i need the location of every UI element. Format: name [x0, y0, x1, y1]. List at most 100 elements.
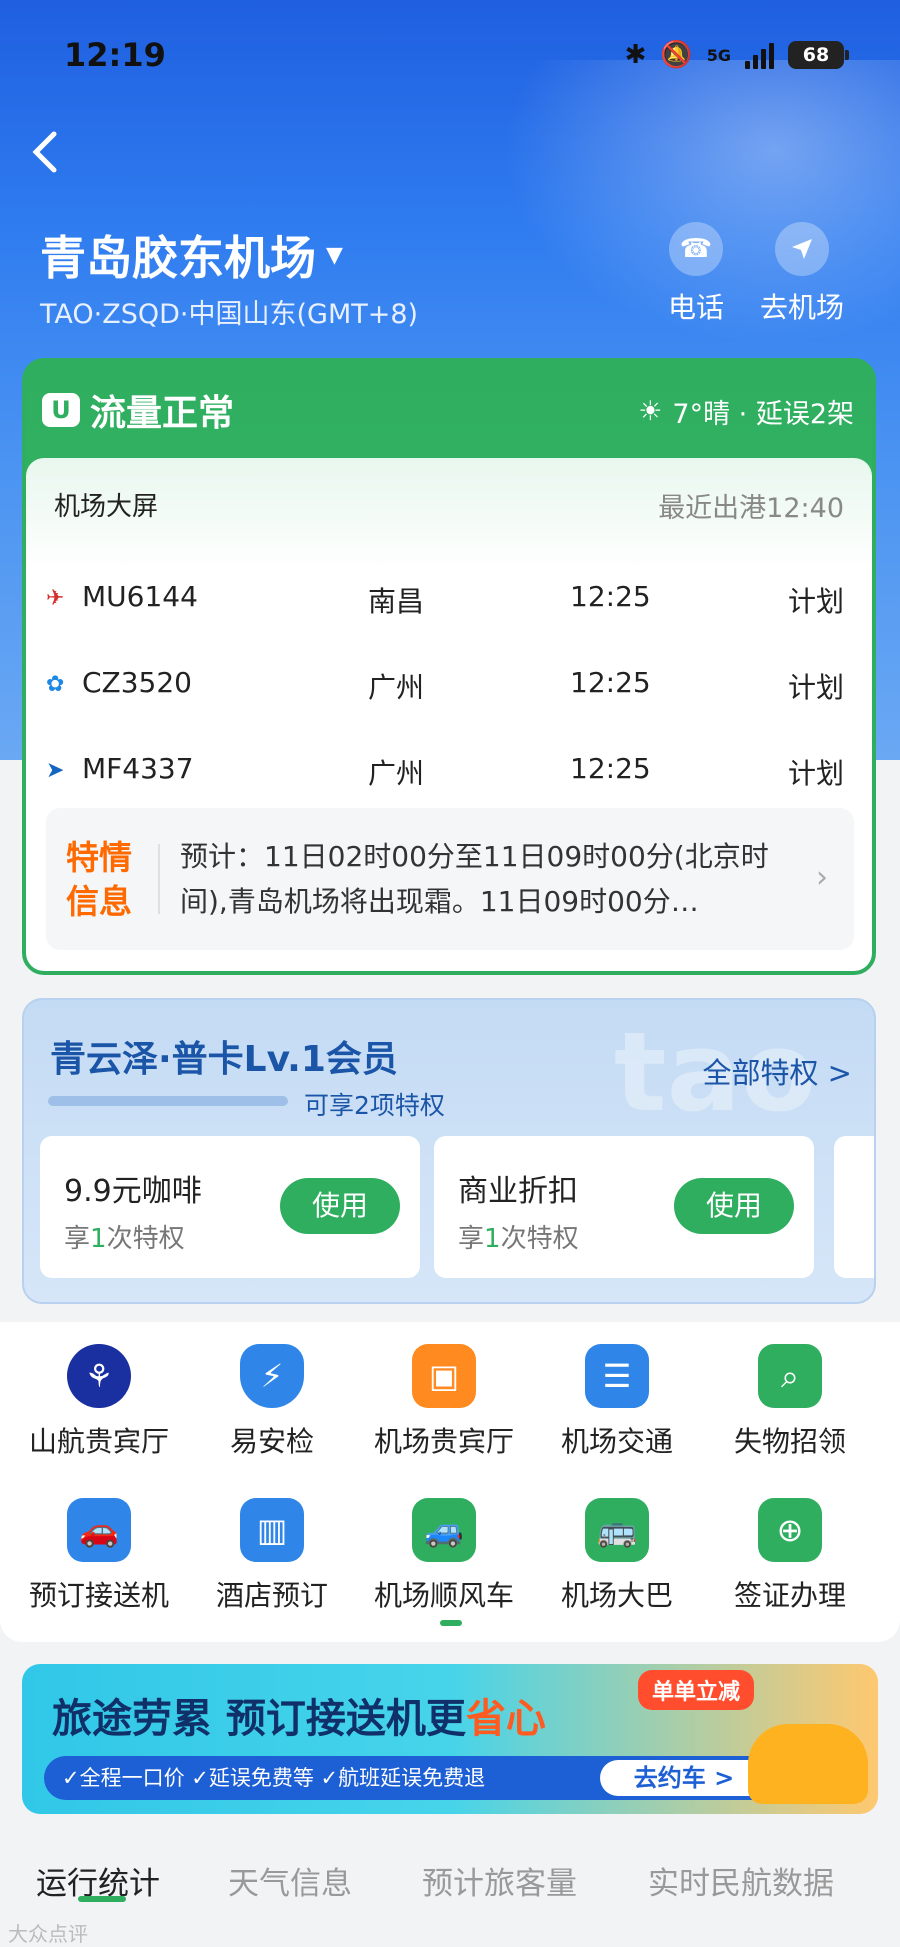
service-label: 失物招领	[733, 1425, 846, 1458]
service-label: 机场贵宾厅	[373, 1425, 514, 1458]
carpool-icon: 🚙	[412, 1498, 476, 1562]
privilege-title: 商业折扣	[458, 1174, 578, 1209]
flow-status: 流量正常	[90, 393, 235, 434]
sofa-icon: ▣	[412, 1344, 476, 1408]
flight-number: CZ3520	[82, 666, 192, 699]
visa-icon: ⊕	[758, 1498, 822, 1562]
privilege-card-partial[interactable]	[834, 1136, 874, 1278]
flow-logo-icon: U	[42, 393, 80, 427]
privilege-title: 9.9元咖啡	[64, 1174, 202, 1209]
privilege-sub: 享1次特权	[458, 1224, 579, 1254]
notice-text: 预计：11日02时00分至11日09时00分(北京时间),青岛机场将出现霜。11…	[180, 840, 769, 918]
xiamen-air-icon: ➤	[46, 758, 65, 783]
battery-icon: 68	[788, 41, 849, 69]
flight-row[interactable]: ✿ CZ3520 广州 12:25 计划	[46, 652, 866, 712]
flight-destination: 广州	[368, 757, 425, 790]
airport-status-card: U 流量正常 ☀ 7°晴 · 延误2架 机场大屏 最近出港12:40 ✈ MU6…	[22, 358, 876, 975]
member-progress-bar	[48, 1096, 288, 1106]
phone-label: 电话	[667, 291, 724, 324]
sun-icon: ☀	[638, 396, 663, 427]
tab-realtime-aviation[interactable]: 实时民航数据	[648, 1858, 834, 1903]
flight-destination: 南昌	[368, 585, 425, 618]
flight-destination: 广州	[368, 671, 425, 704]
bottom-tabs: 运行统计 天气信息 预计旅客量 实时民航数据	[0, 1836, 900, 1947]
service-carpool[interactable]: 🚙 机场顺风车	[359, 1498, 529, 1614]
notice-tag: 特情信息	[66, 838, 132, 921]
lost-found-icon: ⌕	[758, 1344, 822, 1408]
special-notice[interactable]: 特情信息 预计：11日02时00分至11日09时00分(北京时间),青岛机场将出…	[46, 808, 854, 950]
signal-icon	[745, 41, 774, 69]
hotel-icon: ▥	[240, 1498, 304, 1562]
phone-button[interactable]: ☎ 电话	[641, 222, 751, 326]
service-label: 机场交通	[560, 1425, 673, 1458]
page-indicator	[440, 1620, 462, 1626]
service-easy-security[interactable]: ⚡ 易安检	[187, 1344, 357, 1460]
flight-number: MF4337	[82, 752, 194, 785]
flight-time: 12:25	[570, 580, 651, 613]
service-pickup[interactable]: 🚗 预订接送机	[14, 1498, 184, 1614]
member-hint: 可享2项特权	[304, 1091, 445, 1120]
service-lost-found[interactable]: ⌕ 失物招领	[705, 1344, 875, 1460]
network-label: 5G	[706, 45, 731, 65]
privilege-card-discount[interactable]: 商业折扣 享1次特权 使用	[434, 1136, 814, 1278]
use-button[interactable]: 使用	[280, 1178, 400, 1234]
pickup-ad-banner[interactable]: 旅途劳累 预订接送机更省心 单单立减 ✓全程一口价 ✓延误免费等 ✓航班延误免费…	[22, 1664, 878, 1814]
service-hotel[interactable]: ▥ 酒店预订	[187, 1498, 357, 1614]
go-airport-button[interactable]: 去机场	[747, 222, 857, 326]
active-tab-indicator	[78, 1896, 126, 1902]
airport-name: 青岛胶东机场	[40, 231, 316, 285]
status-time: 12:19	[64, 36, 166, 74]
use-button[interactable]: 使用	[674, 1178, 794, 1234]
china-southern-icon: ✿	[46, 672, 65, 697]
car-illustration-icon	[748, 1724, 868, 1804]
go-airport-label: 去机场	[759, 291, 844, 324]
china-eastern-icon: ✈	[46, 586, 65, 611]
service-visa[interactable]: ⊕ 签证办理	[705, 1498, 875, 1614]
weather-info[interactable]: ☀ 7°晴 · 延误2架	[638, 392, 854, 431]
flight-status: 计划	[787, 757, 844, 790]
banner-tag: 单单立减	[638, 1670, 755, 1710]
tab-passenger-forecast[interactable]: 预计旅客量	[422, 1858, 577, 1903]
watermark: 大众点评	[8, 1922, 88, 1946]
tab-weather[interactable]: 天气信息	[228, 1858, 352, 1903]
service-label: 预订接送机	[28, 1579, 169, 1612]
membership-card: tao 青云泽·普卡Lv.1会员 全部特权 > 可享2项特权 9.9元咖啡 享1…	[22, 998, 876, 1304]
bus-icon: 🚌	[585, 1498, 649, 1562]
bluetooth-icon: ✱	[624, 40, 647, 70]
book-car-button[interactable]: 去约车 >	[600, 1760, 768, 1796]
flight-number: MU6144	[82, 580, 198, 613]
service-label: 签证办理	[733, 1579, 846, 1612]
service-grid: ⚘ 山航贵宾厅 ⚡ 易安检 ▣ 机场贵宾厅 ☰ 机场交通 ⌕ 失物招领 🚗 预订…	[0, 1322, 900, 1642]
service-airport-lounge[interactable]: ▣ 机场贵宾厅	[359, 1344, 529, 1460]
chevron-right-icon: ›	[816, 860, 828, 895]
status-bar: 12:19 ✱ 🔕 5G 68	[0, 0, 900, 110]
service-label: 机场顺风车	[373, 1579, 514, 1612]
flight-row[interactable]: ✈ MU6144 南昌 12:25 计划	[46, 566, 866, 626]
flight-status: 计划	[787, 671, 844, 704]
service-label: 机场大巴	[560, 1579, 673, 1612]
flight-row[interactable]: ➤ MF4337 广州 12:25 计划	[46, 738, 866, 798]
security-shield-icon: ⚡	[240, 1344, 304, 1408]
caret-down-icon: ▼	[326, 242, 343, 268]
banner-title: 旅途劳累 预订接送机更省心	[52, 1696, 546, 1742]
navigate-icon	[775, 222, 829, 276]
all-privileges-link[interactable]: 全部特权 >	[702, 1050, 852, 1092]
weather-text: 7°晴 · 延误2架	[672, 399, 854, 430]
airport-selector[interactable]: 青岛胶东机场 ▼	[40, 222, 343, 288]
service-label: 山航贵宾厅	[28, 1425, 169, 1458]
airport-screen[interactable]: 机场大屏 最近出港12:40 ✈ MU6144 南昌 12:25 计划 ✿ CZ…	[26, 458, 872, 971]
flight-time: 12:25	[570, 752, 651, 785]
shandong-airlines-icon: ⚘	[67, 1344, 131, 1408]
service-bus[interactable]: 🚌 机场大巴	[532, 1498, 702, 1614]
service-shandong-lounge[interactable]: ⚘ 山航贵宾厅	[14, 1344, 184, 1460]
service-transport[interactable]: ☰ 机场交通	[532, 1344, 702, 1460]
car-icon: 🚗	[67, 1498, 131, 1562]
board-title: 机场大屏	[54, 492, 159, 522]
notice-divider	[158, 844, 160, 914]
back-button[interactable]	[30, 130, 74, 180]
privilege-sub: 享1次特权	[64, 1224, 185, 1254]
airport-codes: TAO·ZSQD·中国山东(GMT+8)	[40, 299, 419, 330]
phone-icon: ☎	[669, 222, 723, 276]
privilege-card-coffee[interactable]: 9.9元咖啡 享1次特权 使用	[40, 1136, 420, 1278]
flight-status: 计划	[787, 585, 844, 618]
